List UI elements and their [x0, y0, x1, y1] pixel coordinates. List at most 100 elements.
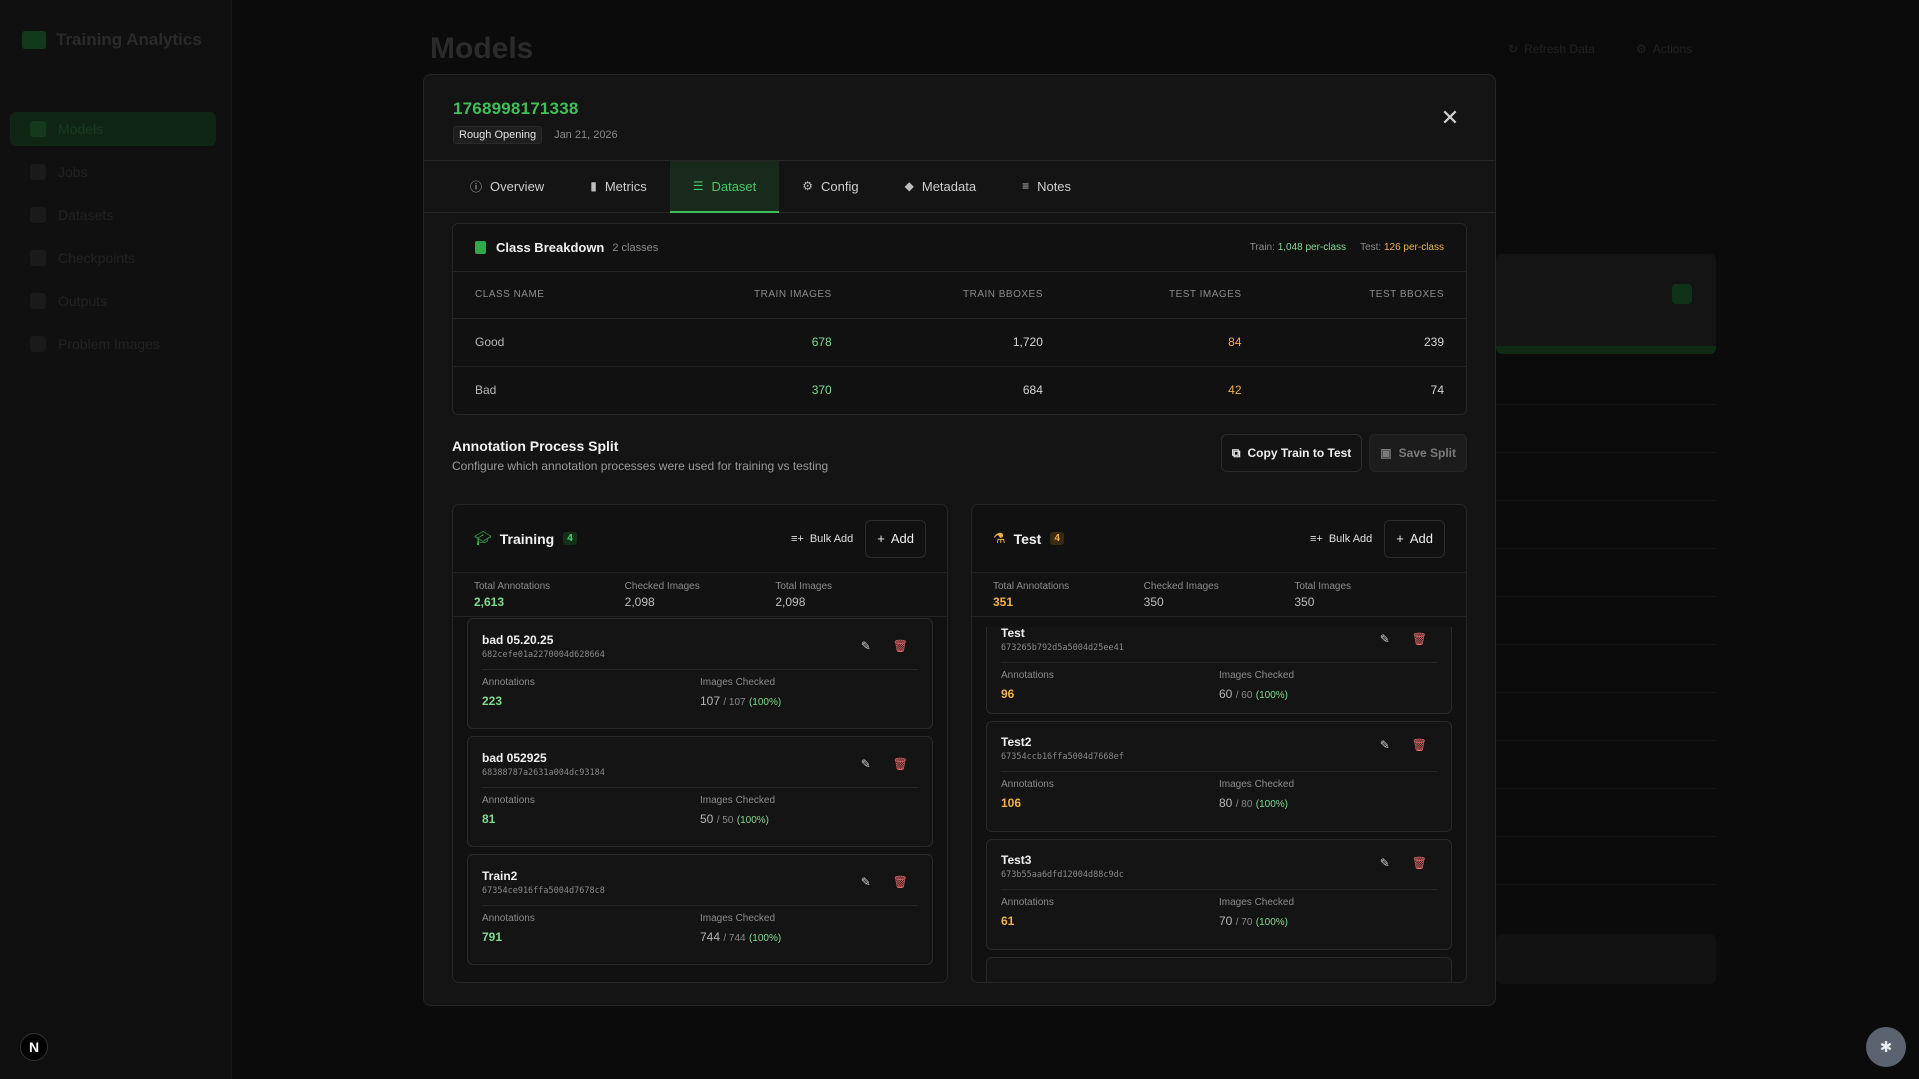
per-class-summary: Train: 1,048 per-class Test: 126 per-cla…: [1249, 242, 1444, 253]
plus-icon: +: [1396, 531, 1404, 546]
column-header: TRAIN BBOXES: [853, 272, 1065, 319]
list-item: Train2 67354ce916ffa5004d7678c8 ✎ 🗑︎ Anno…: [467, 854, 933, 965]
class-name: Good: [453, 318, 647, 367]
edit-pencil-icon[interactable]: ✎: [1380, 632, 1390, 646]
refresh-button[interactable]: ↻ Refresh Data: [1508, 38, 1595, 60]
page-title: Models: [430, 32, 534, 65]
split-actions: ⧉ Copy Train to Test ▣ Save Split: [1220, 434, 1467, 472]
test-stats: Total Annotations 351 Checked Images 350 T…: [972, 573, 1466, 617]
sidebar: Training Analytics Models Jobs Datasets …: [0, 0, 232, 1079]
training-actions: ≡+ Bulk Add + Add: [791, 519, 926, 558]
edit-pencil-icon[interactable]: ✎: [861, 639, 871, 653]
flask-icon: ⚗︎: [993, 530, 1006, 546]
column-header: TEST IMAGES: [1064, 272, 1264, 319]
training-bulk-add-button[interactable]: ≡+ Bulk Add: [791, 533, 853, 545]
sidebar-nav: Models Jobs Datasets Checkpoints Outputs…: [10, 112, 216, 370]
close-icon[interactable]: ✕: [1439, 107, 1461, 129]
settings-fab-gear-icon[interactable]: ✱: [1866, 1027, 1906, 1067]
info-icon: ⓘ: [470, 179, 483, 194]
table-divider: [1496, 884, 1716, 885]
model-meta: Rough Opening Jan 21, 2026: [453, 126, 1466, 144]
datasets-icon: [30, 207, 46, 223]
training-title: Training: [499, 530, 555, 547]
app-title: Training Analytics: [56, 30, 202, 49]
tab-metrics[interactable]: ▮ Metrics: [567, 161, 670, 213]
training-column: 🎓︎ Training 4 ≡+ Bulk Add + Add Total Anno…: [452, 504, 948, 983]
list-item: Test2 67354ccb16ffa5004d7668ef ✎ 🗑︎ Annot…: [986, 721, 1452, 832]
edit-pencil-icon[interactable]: ✎: [861, 757, 871, 771]
actions-button[interactable]: ⚙ Actions: [1636, 38, 1692, 60]
test-title: Test: [1013, 530, 1042, 547]
save-icon: ▣: [1380, 446, 1392, 460]
train-bboxes: 684: [1022, 383, 1043, 398]
refresh-icon: ↻: [1508, 42, 1519, 56]
tab-dataset[interactable]: ☰ Dataset: [669, 161, 780, 213]
sidebar-item-outputs[interactable]: Outputs: [10, 284, 216, 318]
delete-trash-icon[interactable]: 🗑︎: [893, 757, 908, 771]
train-images: 370: [811, 383, 832, 398]
test-images: 84: [1064, 318, 1264, 367]
test-bboxes: 239: [1263, 318, 1466, 367]
class-breakdown-card: Class Breakdown 2 classes Train: 1,048 p…: [452, 223, 1467, 415]
train-bboxes: 1,720: [853, 318, 1065, 367]
list-icon: ☰: [692, 179, 704, 193]
list-item: [986, 957, 1452, 982]
tab-notes[interactable]: ≡ Notes: [999, 161, 1094, 213]
test-add-button[interactable]: + Add: [1384, 519, 1445, 558]
models-icon: [30, 121, 46, 137]
test-count-badge: 4: [1050, 532, 1064, 545]
list-item: Test3 673b55aa6dfd12004d88c9dc ✎ 🗑︎ Annot…: [986, 839, 1452, 950]
list-item: bad 052925 68388787a2631a004dc93184 ✎ 🗑︎ …: [467, 736, 933, 847]
tab-config[interactable]: ⚙ Config: [779, 161, 881, 213]
table-divider: [1496, 500, 1716, 501]
delete-trash-icon[interactable]: 🗑︎: [1412, 738, 1427, 752]
test-bulk-add-button[interactable]: ≡+ Bulk Add: [1310, 533, 1372, 545]
delete-trash-icon[interactable]: 🗑︎: [1412, 856, 1427, 870]
table-row: Good 678 1,720 84 239: [453, 318, 1466, 367]
modal-tabs: ⓘ Overview ▮ Metrics ☰ Dataset ⚙ Config ◆ Met…: [424, 161, 1495, 213]
sidebar-item-models[interactable]: Models: [10, 112, 216, 146]
modal-header: 1768998171338 Rough Opening Jan 21, 2026…: [424, 75, 1495, 161]
test-checked-images: 350: [1143, 594, 1164, 609]
column-header: TEST BBOXES: [1263, 272, 1466, 319]
table-divider: [1496, 692, 1716, 693]
sidebar-item-checkpoints[interactable]: Checkpoints: [10, 241, 216, 275]
training-add-button[interactable]: + Add: [865, 519, 926, 558]
table-divider: [1496, 452, 1716, 453]
tab-overview[interactable]: ⓘ Overview: [447, 161, 567, 213]
class-breakdown-title: Class Breakdown: [496, 240, 605, 255]
graduation-cap-icon: 🎓︎: [474, 530, 492, 546]
test-actions: ≡+ Bulk Add + Add: [1310, 519, 1445, 558]
sidebar-item-datasets[interactable]: Datasets: [10, 198, 216, 232]
train-per-class: 1,048 per-class: [1277, 242, 1347, 253]
nextjs-badge-icon[interactable]: N: [20, 1033, 48, 1061]
outputs-icon: [30, 293, 46, 309]
app-logo: Training Analytics: [22, 30, 202, 50]
save-split-button[interactable]: ▣ Save Split: [1369, 434, 1467, 472]
status-indicator: [1672, 284, 1692, 304]
sidebar-item-jobs[interactable]: Jobs: [10, 155, 216, 189]
book-icon: [475, 241, 486, 254]
edit-pencil-icon[interactable]: ✎: [1380, 738, 1390, 752]
tab-metadata[interactable]: ◆ Metadata: [882, 161, 999, 213]
bulk-add-icon: ≡+: [1310, 532, 1323, 545]
bar-chart-icon: ▮: [590, 179, 597, 193]
training-stats: Total Annotations 2,613 Checked Images 2,0…: [453, 573, 947, 617]
delete-trash-icon[interactable]: 🗑︎: [893, 875, 908, 889]
column-header: TRAIN IMAGES: [646, 272, 854, 319]
delete-trash-icon[interactable]: 🗑︎: [893, 639, 908, 653]
table-divider: [1496, 596, 1716, 597]
sidebar-item-problem-images[interactable]: Problem Images: [10, 327, 216, 361]
copy-train-to-test-button[interactable]: ⧉ Copy Train to Test: [1220, 434, 1363, 472]
edit-pencil-icon[interactable]: ✎: [1380, 856, 1390, 870]
delete-trash-icon[interactable]: 🗑︎: [1412, 632, 1427, 646]
edit-pencil-icon[interactable]: ✎: [861, 875, 871, 889]
model-id: 1768998171338: [453, 99, 579, 118]
class-breakdown-header: Class Breakdown 2 classes Train: 1,048 p…: [453, 224, 1466, 272]
jobs-icon: [30, 164, 46, 180]
test-column: ⚗︎ Test 4 ≡+ Bulk Add + Add Total Annotati…: [971, 504, 1467, 983]
problem-images-icon: [30, 336, 46, 352]
test-total-annotations: 351: [993, 594, 1014, 609]
training-total-images: 2,098: [775, 594, 806, 609]
gear-icon: ⚙: [802, 179, 814, 193]
